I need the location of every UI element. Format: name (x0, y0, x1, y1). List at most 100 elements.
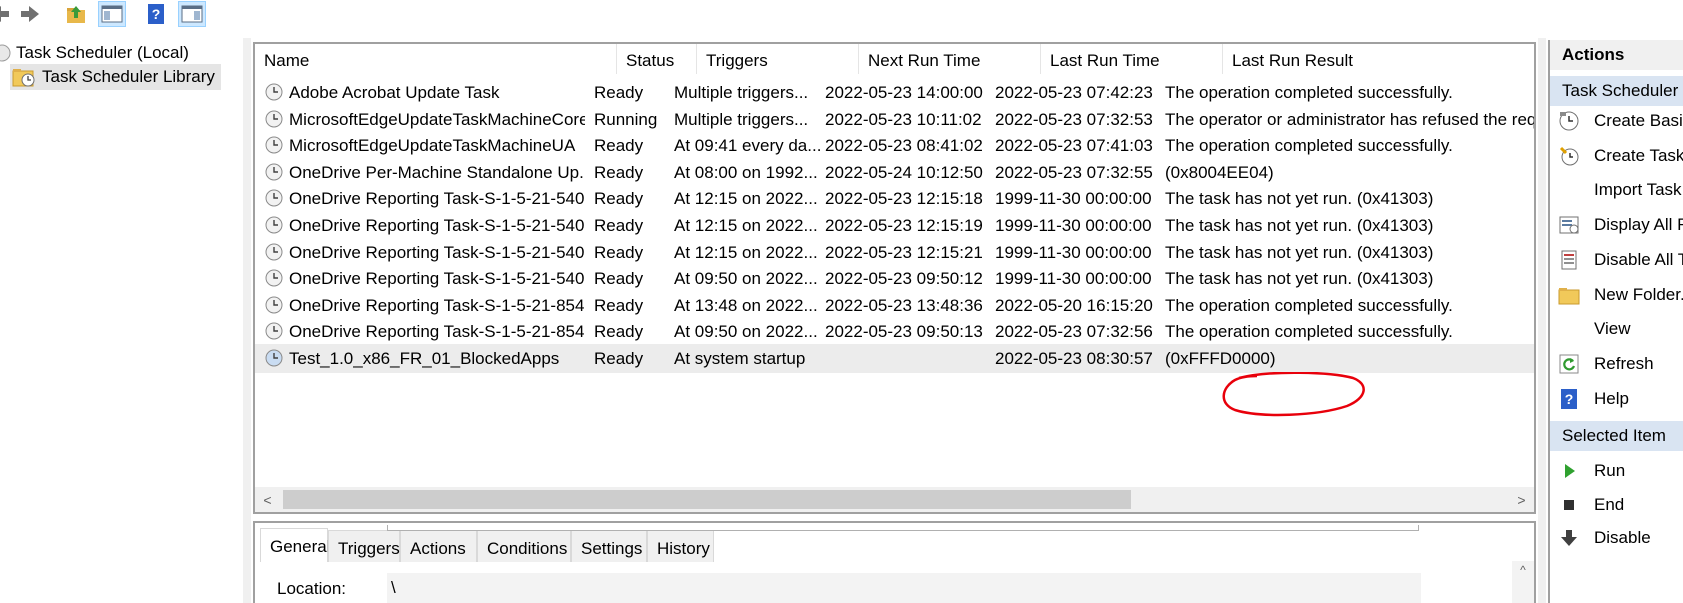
tab-triggers[interactable]: Triggers (328, 530, 400, 562)
toolbar: ? (0, 0, 1683, 34)
cell-last-run-result: The operator or administrator has refuse… (1165, 109, 1536, 129)
tab-actions[interactable]: Actions (400, 530, 477, 562)
disable-icon (1558, 527, 1580, 549)
show-hide-action-pane-icon[interactable] (178, 1, 206, 27)
cell-last-run-time: 2022-05-23 07:32:55 (995, 162, 1153, 182)
cell-triggers: At 09:50 on 2022... (674, 322, 818, 342)
task-row[interactable]: MicrosoftEdgeUpdateTaskMachineUA Ready At … (255, 131, 1534, 160)
scroll-left-arrow[interactable]: < (255, 487, 280, 512)
show-hide-console-tree-icon[interactable] (98, 1, 126, 27)
cell-next-run-time: 2022-05-23 13:48:36 (825, 295, 983, 315)
task-clock-icon (265, 83, 283, 101)
tree-label-library: Task Scheduler Library (42, 67, 215, 86)
cell-next-run-time: 2022-05-23 09:50:13 (825, 322, 983, 342)
column-header-triggers[interactable]: Triggers (697, 44, 859, 74)
scrollbar-thumb[interactable] (283, 490, 1131, 509)
action-label: Disable (1594, 528, 1651, 547)
column-header-name[interactable]: Name (255, 44, 617, 74)
tab-history[interactable]: History (647, 530, 714, 562)
action-run[interactable]: Run (1550, 454, 1683, 488)
scroll-up-arrow[interactable]: ^ (1520, 563, 1526, 603)
task-clock-icon (265, 349, 283, 367)
task-clock-icon (265, 296, 283, 314)
tab-general[interactable]: General (260, 528, 330, 562)
cell-last-run-result: The operation completed successfully. (1165, 83, 1453, 102)
action-display-all-r[interactable]: Display All R (1550, 208, 1683, 242)
task-clock-icon (265, 163, 283, 181)
up-folder-icon[interactable] (62, 1, 90, 27)
horizontal-scrollbar[interactable]: < > (255, 487, 1534, 512)
scroll-right-arrow[interactable]: > (1509, 487, 1534, 512)
action-end[interactable]: End (1550, 488, 1683, 522)
task-row[interactable]: Adobe Acrobat Update Task Ready Multiple t… (255, 78, 1534, 107)
refresh-icon (1558, 353, 1580, 375)
tab-settings[interactable]: Settings (571, 530, 647, 562)
tree-item-task-scheduler-library[interactable]: Task Scheduler Library (10, 64, 221, 90)
cell-last-run-result: (0xFFFD0000) (1165, 349, 1276, 368)
action-refresh[interactable]: Refresh (1550, 347, 1683, 381)
help-icon[interactable]: ? (142, 1, 170, 27)
task-clock-icon (265, 243, 283, 261)
cell-next-run-time: 2022-05-23 08:41:02 (825, 136, 983, 156)
cell-next-run-time: 2022-05-23 09:50:12 (825, 269, 983, 289)
run-icon (1558, 460, 1580, 482)
cell-last-run-time: 1999-11-30 00:00:00 (995, 216, 1152, 235)
task-row[interactable]: MicrosoftEdgeUpdateTaskMachineCore Runnin… (255, 105, 1536, 134)
cell-status: Ready (594, 295, 644, 315)
end-icon (1558, 494, 1580, 516)
tab-conditions[interactable]: Conditions (477, 530, 571, 562)
action-new-folder[interactable]: New Folder... (1550, 278, 1683, 312)
action-disable-all-t[interactable]: Disable All T (1550, 243, 1683, 277)
task-row[interactable]: OneDrive Reporting Task-S-1-5-21-540... R… (255, 238, 1534, 267)
splitter-left[interactable] (243, 38, 251, 603)
back-arrow-icon[interactable] (0, 1, 14, 27)
cell-next-run-time: 2022-05-23 14:00:00 (825, 83, 983, 102)
cell-triggers: At 09:50 on 2022... (674, 269, 818, 289)
display-running-tasks-icon (1558, 214, 1580, 236)
disable-history-icon (1558, 249, 1580, 271)
task-row[interactable]: OneDrive Reporting Task-S-1-5-21-540... R… (255, 264, 1534, 293)
cell-last-run-time: 2022-05-23 07:41:03 (995, 136, 1153, 156)
action-label: Create Basic (1594, 111, 1683, 130)
task-row[interactable]: OneDrive Reporting Task-S-1-5-21-540... R… (255, 211, 1534, 240)
tree-label-root: Task Scheduler (Local) (16, 43, 189, 62)
cell-name: Adobe Acrobat Update Task (289, 83, 500, 102)
cell-triggers: At 12:15 on 2022... (674, 216, 818, 235)
svg-text:?: ? (1565, 391, 1574, 407)
column-header-next-run-time[interactable]: Next Run Time (859, 44, 1041, 74)
task-row[interactable]: OneDrive Reporting Task-S-1-5-21-854... R… (255, 317, 1534, 346)
create-basic-task-icon (1558, 110, 1580, 132)
action-help[interactable]: ? Help (1550, 382, 1683, 416)
section-header-selected-item[interactable]: Selected Item (1550, 421, 1683, 451)
task-row[interactable]: OneDrive Reporting Task-S-1-5-21-540... R… (255, 184, 1534, 213)
column-header-last-run-result[interactable]: Last Run Result (1223, 44, 1534, 74)
cell-status: Ready (594, 136, 644, 156)
task-clock-icon (265, 136, 283, 154)
task-row[interactable]: OneDrive Reporting Task-S-1-5-21-854... R… (255, 291, 1534, 320)
cell-last-run-time: 2022-05-20 16:15:20 (995, 295, 1153, 315)
action-view[interactable]: View (1550, 312, 1683, 346)
cell-last-run-result: The operation completed successfully. (1165, 295, 1453, 315)
cell-last-run-time: 1999-11-30 00:00:00 (995, 269, 1152, 289)
column-header-status[interactable]: Status (617, 44, 697, 74)
splitter-right[interactable] (1538, 38, 1546, 603)
section-header-task-scheduler-library[interactable]: Task Scheduler L (1550, 76, 1683, 106)
column-header-last-run-time[interactable]: Last Run Time (1041, 44, 1223, 74)
forward-arrow-icon[interactable] (16, 1, 44, 27)
action-create-basic[interactable]: Create Basic (1550, 104, 1683, 138)
action-label: Display All R (1594, 215, 1683, 235)
cell-last-run-time: 1999-11-30 00:00:00 (995, 189, 1152, 209)
task-row[interactable]: OneDrive Per-Machine Standalone Up... Rea… (255, 158, 1534, 187)
folder-clock-icon (12, 69, 35, 87)
cell-name: Test_1.0_x86_FR_01_BlockedApps (289, 349, 560, 368)
action-import-task[interactable]: Import Task (1550, 173, 1683, 207)
cell-name: OneDrive Reporting Task-S-1-5-21-540... (289, 189, 585, 209)
details-scrollbar[interactable]: ^ (1512, 561, 1534, 603)
tree-item-task-scheduler-local[interactable]: Task Scheduler (Local) (0, 40, 189, 66)
location-field: \ (387, 573, 1421, 603)
cell-name: MicrosoftEdgeUpdateTaskMachineCore (289, 109, 585, 129)
task-row[interactable]: Test_1.0_x86_FR_01_BlockedApps Ready At sy… (255, 344, 1534, 373)
action-create-task[interactable]: Create Task... (1550, 139, 1683, 173)
action-disable[interactable]: Disable (1550, 521, 1683, 555)
cell-name: OneDrive Reporting Task-S-1-5-21-540... (289, 269, 585, 289)
